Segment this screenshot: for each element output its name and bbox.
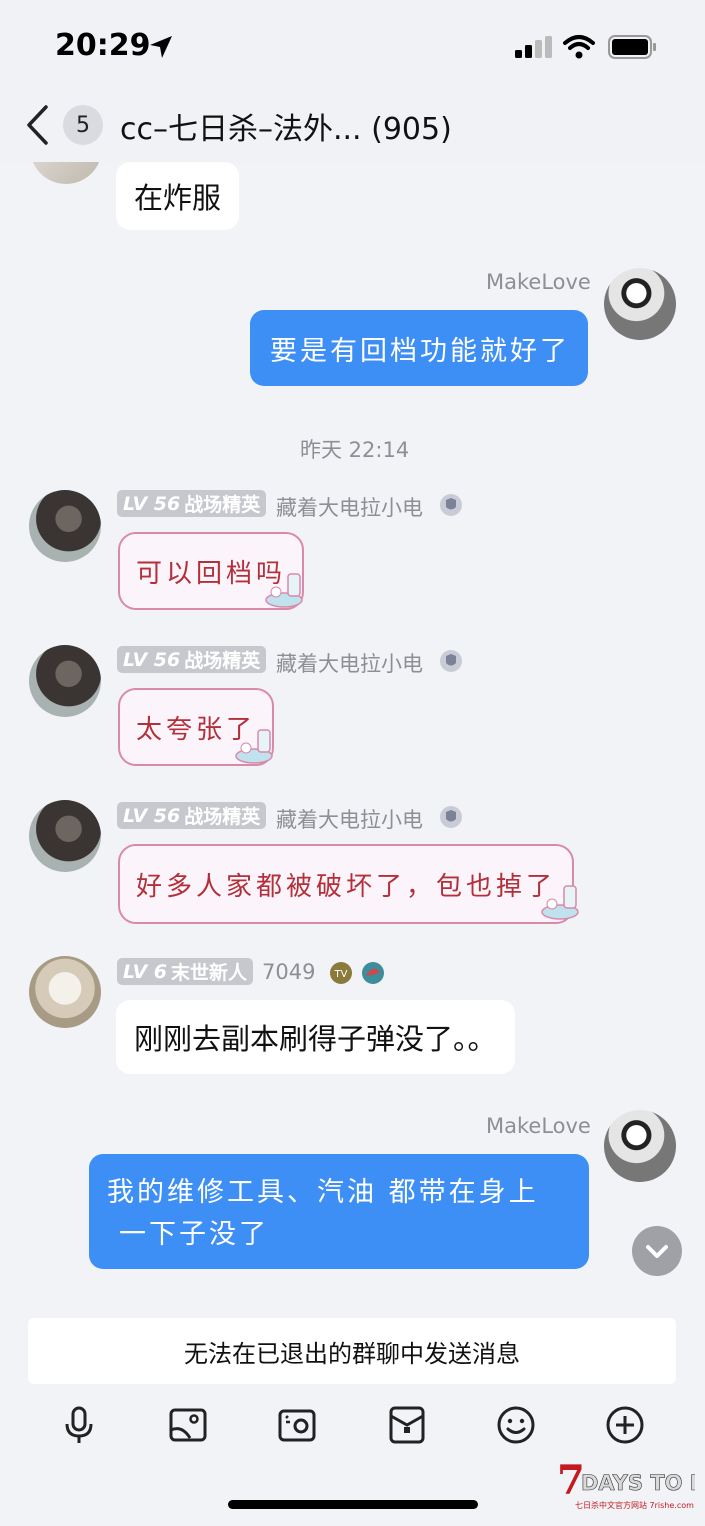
group-title[interactable]: cc–七日杀–法外... (905) [120, 104, 452, 148]
rank-label: 战场精英 [184, 650, 261, 672]
level-label: LV 56 [123, 492, 181, 515]
microphone-icon[interactable] [59, 1405, 99, 1445]
7days-to-die-watermark-logo: 7 DAYS TO DIE 七日杀中文官方网站 7rishe.com [557, 1457, 695, 1510]
tv-medal-icon: TV [330, 962, 352, 984]
avatar[interactable] [29, 956, 101, 1028]
red-packet-icon[interactable] [387, 1405, 427, 1445]
level-label: LV 6 [123, 960, 168, 983]
soap-decoration-icon [541, 885, 579, 920]
message-bubble[interactable]: 刚刚去副本刷得子弹没了。。 [116, 1000, 515, 1074]
plus-icon[interactable] [605, 1405, 645, 1445]
avatar[interactable] [30, 162, 102, 184]
chevron-down-icon [646, 1245, 668, 1258]
message-text-line: 一下子没了 [119, 1219, 269, 1250]
sender-name: 7049 [262, 960, 316, 984]
shield-medal-icon [440, 806, 462, 828]
message-text: 要是有回档功能就好了 [270, 335, 570, 367]
avatar[interactable] [29, 800, 101, 872]
rank-label: 战场精英 [184, 806, 261, 828]
scroll-to-bottom-button[interactable] [632, 1226, 682, 1276]
soap-decoration-icon [235, 729, 273, 764]
battery-icon [608, 35, 656, 59]
sender-name: 藏着大电拉小电 [276, 496, 423, 520]
level-badge: LV 56 战场精英 [117, 646, 267, 673]
own-avatar[interactable] [604, 268, 676, 340]
decorated-message-bubble[interactable]: 好多人家都被破坏了，包也掉了 [118, 844, 575, 924]
back-chevron-icon[interactable] [24, 104, 50, 146]
image-icon[interactable] [168, 1405, 208, 1445]
cellular-signal-icon [515, 36, 552, 58]
sender-name: MakeLove [486, 270, 591, 294]
status-time: 20:29 [55, 28, 151, 63]
level-badge: LV 6 末世新人 [117, 958, 254, 985]
location-arrow-icon [150, 36, 172, 58]
svg-text:七日杀中文官方网站 7rishe.com: 七日杀中文官方网站 7rishe.com [575, 1500, 694, 1510]
sender-name: 藏着大电拉小电 [276, 808, 423, 832]
level-badge: LV 56 战场精英 [117, 490, 267, 517]
svg-text:TV: TV [334, 969, 348, 980]
sender-name: 藏着大电拉小电 [276, 652, 423, 676]
level-label: LV 56 [123, 648, 181, 671]
own-message-bubble[interactable]: 要是有回档功能就好了 [250, 310, 588, 386]
dragon-medal-icon [362, 962, 384, 984]
shield-medal-icon [440, 494, 462, 516]
wifi-icon [563, 35, 595, 59]
rank-label: 末世新人 [171, 962, 248, 984]
disabled-input-notice: 无法在已退出的群聊中发送消息 [28, 1318, 676, 1384]
message-bubble[interactable]: 在炸服 [116, 162, 240, 230]
avatar[interactable] [29, 645, 101, 717]
own-avatar[interactable] [604, 1110, 676, 1182]
soap-decoration-icon [265, 573, 303, 608]
message-list[interactable]: 在炸服 MakeLove 要是有回档功能就好了 昨天 22:14 LV 56 战… [0, 162, 705, 1304]
timestamp-divider: 昨天 22:14 [300, 438, 410, 462]
svg-text:DAYS TO DIE: DAYS TO DIE [581, 1471, 695, 1495]
emoji-icon[interactable] [496, 1405, 536, 1445]
level-label: LV 56 [123, 804, 181, 827]
avatar[interactable] [29, 490, 101, 562]
home-indicator [228, 1500, 478, 1509]
shield-medal-icon [440, 650, 462, 672]
camera-icon[interactable] [277, 1405, 317, 1445]
rank-label: 战场精英 [184, 494, 261, 516]
unread-count-badge[interactable]: 5 [63, 105, 103, 145]
level-badge: LV 56 战场精英 [117, 802, 267, 829]
own-message-bubble[interactable]: 我的维修工具、汽油 都带在身上 一下子没了 [89, 1154, 589, 1269]
message-text-line: 我的维修工具、汽油 都带在身上 [107, 1177, 539, 1208]
sender-name: MakeLove [486, 1114, 591, 1138]
